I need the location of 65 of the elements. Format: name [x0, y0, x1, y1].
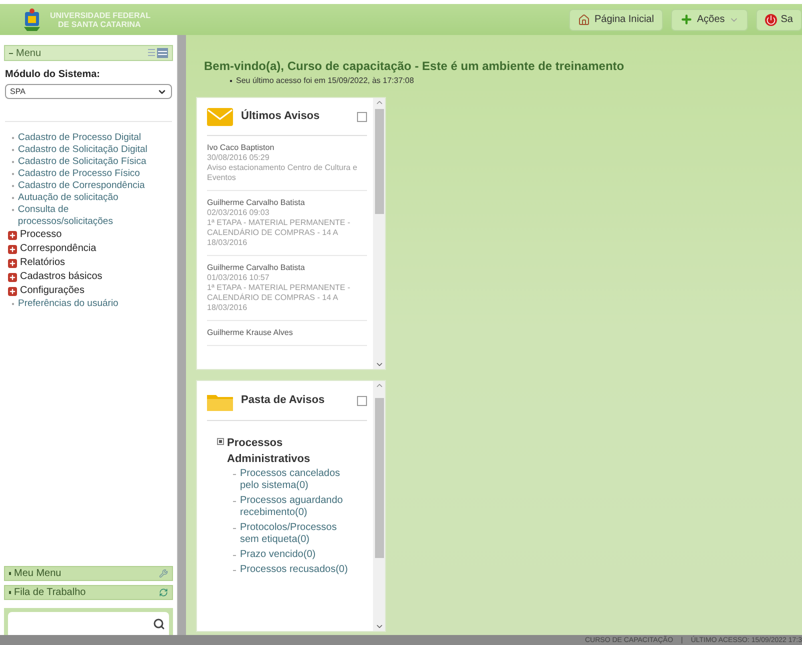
panel-title: Pasta de Avisos [241, 393, 326, 408]
tree-item[interactable]: Protocolos/Processos sem etiqueta(0) [240, 522, 350, 546]
tree-item[interactable]: Prazo vencido(0) [240, 549, 350, 561]
menu-link[interactable]: Cadastro de Correspondência [18, 180, 145, 192]
scroll-down-icon[interactable] [374, 622, 384, 631]
search-icon[interactable] [153, 618, 165, 630]
scrollbar[interactable] [373, 98, 385, 369]
notice-item[interactable]: Guilherme Carvalho Batista 01/03/2016 10:57 1ª ETAPA - MATERIAL PERMANENTE - CALENDÁRIO DE COMPRAS - 14 A 18/03/2016 [207, 256, 367, 321]
expand-icon[interactable] [8, 258, 17, 268]
scrollbar[interactable] [373, 381, 385, 631]
tree-item[interactable]: Processos cancelados pelo sistema(0) [240, 468, 350, 492]
notice-item[interactable]: Ivo Caco Baptiston 30/08/2016 05:29 Aviso estacionamento Centro de Cultura e Eventos [207, 136, 367, 191]
notice-item[interactable]: Guilherme Carvalho Batista 02/03/2016 09:03 1ª ETAPA - MATERIAL PERMANENTE - CALENDÁRIO DE COMPRAS - 14 A 18/03/2016 [207, 191, 367, 256]
menu-header[interactable]: Menu [4, 45, 173, 61]
menu-link[interactable]: Consulta de processos/solicitações [18, 204, 159, 228]
menu-link[interactable]: Cadastro de Solicitação Física [18, 156, 146, 168]
panel-label[interactable]: Fila de Trabalho [14, 585, 86, 600]
splitter-handle[interactable] [178, 35, 186, 635]
menu-link[interactable]: Autuação de solicitação [18, 192, 118, 204]
menu-group[interactable]: Relatórios [20, 257, 66, 269]
menu-link[interactable]: Preferências do usuário [18, 298, 118, 310]
notice-item[interactable]: Guilherme Krause Alves [207, 321, 367, 346]
panel-label[interactable]: Meu Menu [14, 566, 62, 581]
scroll-up-icon[interactable] [374, 381, 384, 390]
expand-icon[interactable] [8, 272, 17, 282]
power-icon [764, 14, 777, 26]
scroll-up-icon[interactable] [374, 98, 384, 107]
refresh-icon[interactable] [159, 588, 168, 597]
expand-icon[interactable] [8, 286, 17, 296]
tree-group[interactable]: Processos Administrativos [227, 435, 337, 467]
tree-item[interactable]: Processos aguardando recebimento(0) [240, 495, 350, 519]
scroll-down-icon[interactable] [374, 360, 384, 369]
sidebar-panel[interactable]: Meu Menu [4, 566, 173, 581]
header-button[interactable]: Ações [670, 8, 748, 30]
menu-link[interactable]: Cadastro de Solicitação Digital [18, 144, 148, 156]
last-access-text: Seu último acesso foi em 15/09/2022, às 17:37:08 [236, 75, 414, 87]
menu-link[interactable]: Cadastro de Processo Digital [18, 132, 142, 144]
menu-group[interactable]: Configurações [20, 285, 84, 297]
minimize-button[interactable] [357, 112, 367, 122]
menu-title[interactable]: Menu [16, 46, 42, 60]
search-field[interactable] [8, 612, 169, 635]
logo-text: UNIVERSIDADE FEDERAL [50, 10, 150, 20]
module-label: Módulo do Sistema: [5, 68, 101, 82]
module-select[interactable]: SPA [5, 84, 172, 99]
envelope-icon [207, 108, 233, 126]
minimize-button[interactable] [357, 396, 367, 406]
menu-group[interactable]: Correspondência [20, 243, 96, 255]
wrench-icon[interactable] [159, 569, 168, 578]
sidebar-panel[interactable]: Fila de Trabalho [4, 585, 173, 600]
menu-link[interactable]: Cadastro de Processo Físico [18, 168, 140, 180]
tree-item[interactable]: Processos recusados(0) [240, 564, 350, 576]
header-button[interactable]: Sa [756, 8, 802, 30]
plus-icon [680, 13, 693, 26]
list-view-icon[interactable] [148, 48, 168, 58]
crest-icon [22, 8, 42, 32]
logo-text: DE SANTA CATARINA [57, 20, 142, 28]
panel-title: Últimos Avisos [241, 108, 321, 124]
tree-toggle-icon[interactable] [217, 438, 224, 445]
menu-group[interactable]: Processo [20, 229, 62, 241]
welcome-title: Bem-vindo(a), Curso de capacitação - Este é um ambiente de treinamento [204, 58, 626, 75]
header-button[interactable]: Página Inicial [569, 8, 663, 30]
home-icon [578, 14, 590, 26]
expand-icon[interactable] [8, 244, 17, 254]
menu-group[interactable]: Cadastros básicos [20, 271, 102, 283]
expand-icon[interactable] [8, 230, 17, 240]
